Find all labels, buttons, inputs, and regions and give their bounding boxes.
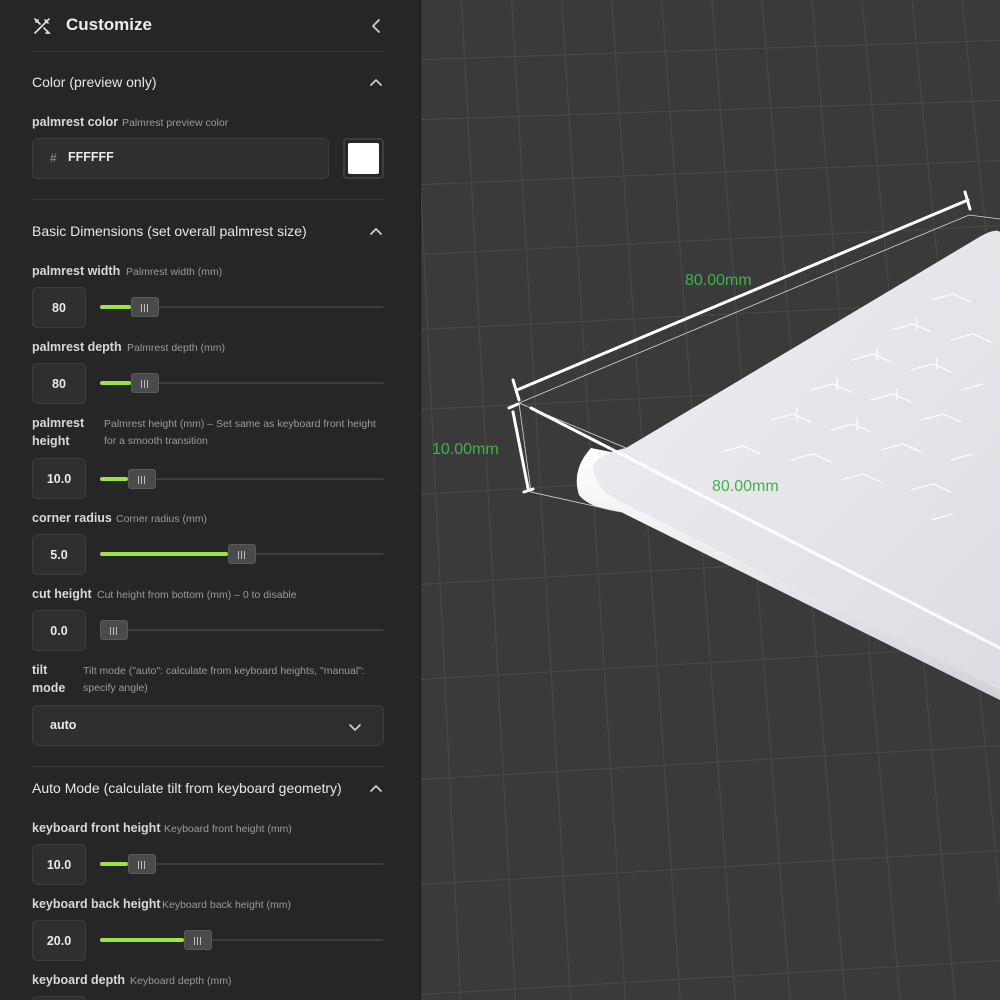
keyboard-depth-label: keyboard depth (32, 973, 126, 987)
keyboard-front-height-input[interactable]: 10.0 (32, 844, 86, 885)
section-auto-header[interactable]: Auto Mode (calculate tilt from keyboard … (32, 777, 384, 801)
customize-tools-icon (34, 18, 51, 34)
tilt-mode-value: auto (50, 718, 77, 732)
corner-radius-input[interactable]: 5.0 (32, 534, 86, 575)
section-divider (32, 766, 384, 767)
app-root: Customize Color (preview only) palmrest … (0, 0, 1000, 1000)
slider-thumb[interactable] (100, 620, 128, 640)
slider-thumb[interactable] (128, 854, 156, 874)
model-viewport[interactable]: 80.00mm 10.00mm 80.00mm (421, 0, 1000, 1000)
slider-fill (100, 477, 128, 481)
corner-radius-label: corner radius (32, 511, 112, 525)
slider-fill (100, 305, 131, 309)
palmrest-width-slider[interactable] (100, 297, 384, 317)
height-dimension-label: 10.00mm (432, 441, 499, 458)
palmrest-width-input[interactable]: 80 (32, 287, 86, 328)
palmrest-depth-slider[interactable] (100, 373, 384, 393)
panel-header: Customize (0, 0, 420, 52)
keyboard-back-height-input[interactable]: 20.0 (32, 920, 86, 961)
palmrest-color-desc: Palmrest preview color (122, 117, 229, 129)
collapse-panel-button[interactable] (366, 16, 386, 36)
keyboard-front-height-desc: Keyboard front height (mm) (164, 823, 292, 835)
keyboard-depth-desc: Keyboard depth (mm) (130, 975, 232, 987)
viewport-canvas[interactable] (421, 0, 1000, 1000)
slider-track (100, 629, 384, 631)
slider-thumb[interactable] (128, 469, 156, 489)
section-color-header[interactable]: Color (preview only) (32, 71, 384, 95)
hash-prefix: # (50, 151, 57, 165)
tilt-mode-label: tilt mode (32, 663, 66, 695)
slider-thumb[interactable] (131, 373, 159, 393)
height-dimension-line (511, 410, 530, 490)
depth-dimension-label: 80.00mm (712, 478, 779, 495)
keyboard-front-height-slider[interactable] (100, 854, 384, 874)
palmrest-color-input[interactable]: # FFFFFF (32, 138, 329, 179)
section-auto-title: Auto Mode (calculate tilt from keyboard … (32, 780, 342, 796)
customize-panel: Customize Color (preview only) palmrest … (0, 0, 421, 1000)
chevron-left-icon (372, 19, 380, 33)
section-basic-title: Basic Dimensions (set overall palmrest s… (32, 223, 307, 239)
keyboard-back-height-desc: Keyboard back height (mm) (162, 899, 291, 911)
palmrest-depth-desc: Palmrest depth (mm) (127, 342, 226, 354)
header-divider (32, 51, 384, 52)
chevron-up-icon (370, 228, 382, 235)
palmrest-width-desc: Palmrest width (mm) (126, 266, 223, 278)
chevron-up-icon (370, 79, 382, 86)
slider-thumb[interactable] (131, 297, 159, 317)
chevron-up-icon (370, 785, 382, 792)
palmrest-color-swatch[interactable] (343, 138, 384, 179)
section-divider (32, 199, 384, 200)
width-dimension-label: 80.00mm (685, 272, 752, 289)
keyboard-back-height-slider[interactable] (100, 930, 384, 950)
slider-thumb[interactable] (228, 544, 256, 564)
cut-height-desc: Cut height from bottom (mm) – 0 to disab… (97, 589, 297, 601)
palmrest-height-label: palmrest height (32, 416, 85, 448)
section-color-title: Color (preview only) (32, 74, 157, 90)
cut-height-slider[interactable] (100, 620, 384, 640)
cut-height-label: cut height (32, 587, 92, 601)
palmrest-depth-label: palmrest depth (32, 340, 122, 354)
chevron-down-icon (349, 724, 361, 731)
tilt-mode-desc: Tilt mode ("auto": calculate from keyboa… (83, 665, 365, 694)
cut-height-input[interactable]: 0.0 (32, 610, 86, 651)
palmrest-color-value: FFFFFF (68, 150, 114, 164)
palmrest-depth-input[interactable]: 80 (32, 363, 86, 404)
slider-fill (100, 862, 128, 866)
palmrest-width-label: palmrest width (32, 264, 121, 278)
keyboard-front-height-label: keyboard front height (32, 821, 161, 835)
tilt-mode-select[interactable]: auto (32, 705, 384, 746)
palmrest-height-desc: Palmrest height (mm) – Set same as keybo… (104, 418, 376, 447)
keyboard-depth-input[interactable] (32, 996, 86, 1000)
palmrest-color-label: palmrest color (32, 115, 119, 129)
slider-fill (100, 381, 131, 385)
corner-radius-slider[interactable] (100, 544, 384, 564)
panel-title: Customize (66, 15, 152, 34)
keyboard-back-height-label: keyboard back height (32, 897, 161, 911)
slider-fill (100, 552, 228, 556)
slider-fill (100, 938, 184, 942)
section-basic-header[interactable]: Basic Dimensions (set overall palmrest s… (32, 220, 384, 244)
palmrest-height-slider[interactable] (100, 469, 384, 489)
corner-radius-desc: Corner radius (mm) (116, 513, 208, 525)
color-swatch-fill (348, 143, 379, 174)
palmrest-height-input[interactable]: 10.0 (32, 458, 86, 499)
slider-thumb[interactable] (184, 930, 212, 950)
